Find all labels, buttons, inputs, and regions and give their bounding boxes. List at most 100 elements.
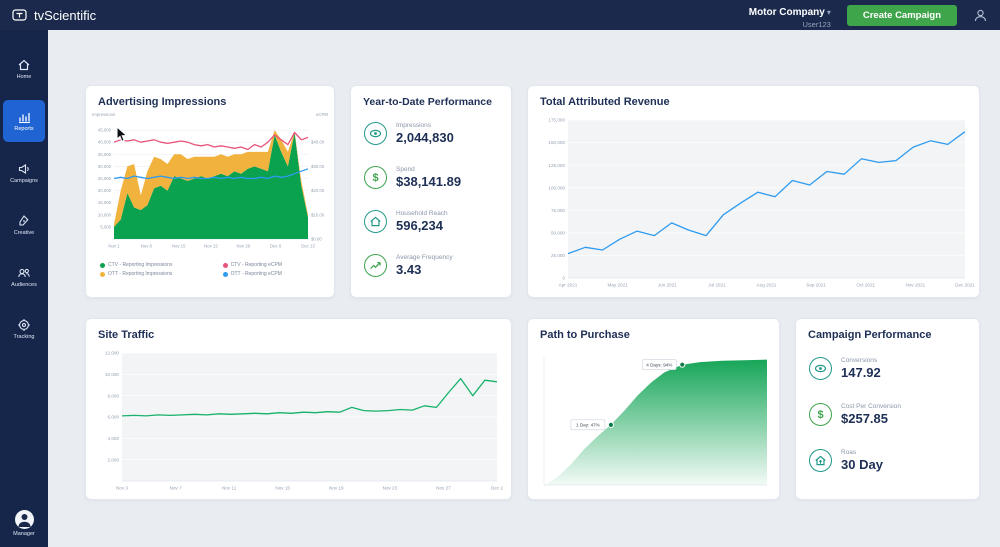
legend-item: CTV - Reporting Impressions <box>100 262 217 268</box>
path-to-purchase-card: Path to Purchase 1 Day: 47% 4 Days: 94% <box>527 318 780 500</box>
card-title: Path to Purchase <box>540 329 630 341</box>
svg-text:5,000: 5,000 <box>100 224 111 229</box>
trend-up-icon <box>364 254 387 277</box>
sidebar-item-tracking[interactable]: Tracking <box>3 308 45 350</box>
svg-text:0: 0 <box>562 276 565 281</box>
svg-text:Nov 22: Nov 22 <box>204 243 218 248</box>
svg-text:10,000: 10,000 <box>98 212 112 217</box>
creative-icon <box>17 214 31 228</box>
advertising-impressions-card: Advertising Impressions 5,000 10,000 15,00… <box>85 85 335 298</box>
house-up-icon <box>809 449 832 472</box>
svg-text:$30.00: $30.00 <box>311 164 325 169</box>
svg-text:45,000: 45,000 <box>98 128 112 133</box>
stat-label: Impressions <box>396 122 432 129</box>
stat-value: $38,141.89 <box>396 174 462 189</box>
stat-label: Roas <box>841 449 857 456</box>
svg-text:May 2021: May 2021 <box>608 283 629 288</box>
total-attributed-revenue-chart[interactable]: 0 25,000 50,000 75,000 100,000 125,000 150,000… <box>534 112 975 292</box>
sidebar-manager[interactable]: Manager <box>13 510 35 537</box>
svg-text:50,000: 50,000 <box>551 230 565 235</box>
stat-value: $257.85 <box>841 411 888 426</box>
advertising-impressions-chart[interactable]: 5,000 10,000 15,000 20,000 25,000 30,000 35,00… <box>90 110 330 252</box>
svg-text:Nov 11: Nov 11 <box>222 486 237 491</box>
stat-roas: Roas 30 Day <box>809 449 883 472</box>
svg-text:Nov 7: Nov 7 <box>170 486 182 491</box>
stat-value: 3.43 <box>396 262 422 277</box>
svg-text:8,000: 8,000 <box>108 393 120 398</box>
stat-household-reach: Household Reach 596,234 <box>364 210 448 233</box>
svg-text:125,000: 125,000 <box>548 163 565 168</box>
svg-text:eCPM: eCPM <box>316 112 328 117</box>
manager-avatar <box>14 510 34 529</box>
sidebar-item-label: Creative <box>13 230 35 236</box>
svg-text:Dec 2: Dec 2 <box>491 486 503 491</box>
legend-item: OTT - Reporting Impressions <box>100 271 217 277</box>
stat-conversions: Conversions 147.92 <box>809 357 881 380</box>
card-title: Total Attributed Revenue <box>540 96 670 108</box>
create-campaign-button[interactable]: Create Campaign <box>846 4 957 26</box>
stat-label: Average Frequency <box>396 254 453 261</box>
eye-icon <box>364 122 387 145</box>
sidebar-item-label: Audiences <box>11 282 37 288</box>
site-traffic-chart[interactable]: 2,000 4,000 6,000 8,000 10,000 12,000 Nov 3 Nov… <box>92 345 507 495</box>
account-dropdown[interactable]: Motor Company ▾ User123 <box>749 1 831 29</box>
sidebar-item-audiences[interactable]: Audiences <box>3 256 45 298</box>
svg-text:Oct 2021: Oct 2021 <box>856 283 875 288</box>
sidebar-item-reports[interactable]: Reports <box>3 100 45 142</box>
eye-icon <box>809 357 832 380</box>
sidebar-item-label: Campaigns <box>10 178 38 184</box>
svg-text:Impressions: Impressions <box>92 112 115 117</box>
brand-name: tvScientific <box>34 7 97 23</box>
svg-text:Jul 2021: Jul 2021 <box>708 283 726 288</box>
sidebar-item-home[interactable]: Home <box>3 48 45 90</box>
stat-label: Spend <box>396 166 415 173</box>
svg-text:175,000: 175,000 <box>548 118 565 123</box>
svg-text:4 Days: 94%: 4 Days: 94% <box>646 362 672 367</box>
stat-value: 147.92 <box>841 365 881 380</box>
svg-text:Nov 19: Nov 19 <box>329 486 344 491</box>
svg-text:Nov 29: Nov 29 <box>237 243 251 248</box>
top-bar: tvScientific Motor Company ▾ User123 Crea… <box>0 0 1000 30</box>
ytd-performance-card: Year-to-Date Performance Impressions 2,04… <box>350 85 512 298</box>
sidebar-item-label: Home <box>16 74 32 80</box>
stat-impressions: Impressions 2,044,830 <box>364 122 454 145</box>
card-title: Site Traffic <box>98 329 155 341</box>
svg-text:100,000: 100,000 <box>548 185 565 190</box>
svg-text:12,000: 12,000 <box>105 351 119 356</box>
svg-text:Apr 2021: Apr 2021 <box>559 283 578 288</box>
brand: tvScientific <box>12 7 96 23</box>
svg-text:30,000: 30,000 <box>98 164 112 169</box>
svg-text:2,000: 2,000 <box>108 457 120 462</box>
svg-text:35,000: 35,000 <box>98 152 112 157</box>
legend-color-dot <box>222 271 228 277</box>
campaign-performance-card: Campaign Performance Conversions 147.92 $… <box>795 318 980 500</box>
svg-text:Dec 2021: Dec 2021 <box>955 283 975 288</box>
chevron-down-icon: ▾ <box>826 7 831 17</box>
svg-text:Aug 2021: Aug 2021 <box>757 283 777 288</box>
user-profile-icon[interactable] <box>973 8 988 23</box>
home-icon <box>17 58 31 72</box>
svg-text:Nov 27: Nov 27 <box>436 486 451 491</box>
tracking-icon <box>17 318 31 332</box>
stat-spend: $ Spend $38,141.89 <box>364 166 461 189</box>
svg-text:25,000: 25,000 <box>98 176 112 181</box>
stat-label: Conversions <box>841 357 878 364</box>
manager-label: Manager <box>13 531 35 537</box>
svg-text:Dec 6: Dec 6 <box>270 243 282 248</box>
stat-value: 596,234 <box>396 218 443 233</box>
svg-text:4,000: 4,000 <box>108 436 120 441</box>
svg-text:Nov 1: Nov 1 <box>108 243 120 248</box>
path-to-purchase-chart[interactable]: 1 Day: 47% 4 Days: 94% <box>536 347 773 493</box>
card-title: Campaign Performance <box>808 329 932 341</box>
sidebar-item-creative[interactable]: Creative <box>3 204 45 246</box>
account-name: Motor Company <box>748 6 825 18</box>
svg-text:20,000: 20,000 <box>98 188 112 193</box>
card-title: Year-to-Date Performance <box>363 96 492 108</box>
svg-text:$0.00: $0.00 <box>311 237 322 242</box>
sidebar-item-label: Reports <box>14 126 34 132</box>
stat-cost-per-conversion: $ Cost Per Conversion $257.85 <box>809 403 901 426</box>
svg-text:75,000: 75,000 <box>551 208 565 213</box>
stat-average-frequency: Average Frequency 3.43 <box>364 254 453 277</box>
legend-color-dot <box>100 262 105 268</box>
sidebar-item-campaigns[interactable]: Campaigns <box>3 152 45 194</box>
